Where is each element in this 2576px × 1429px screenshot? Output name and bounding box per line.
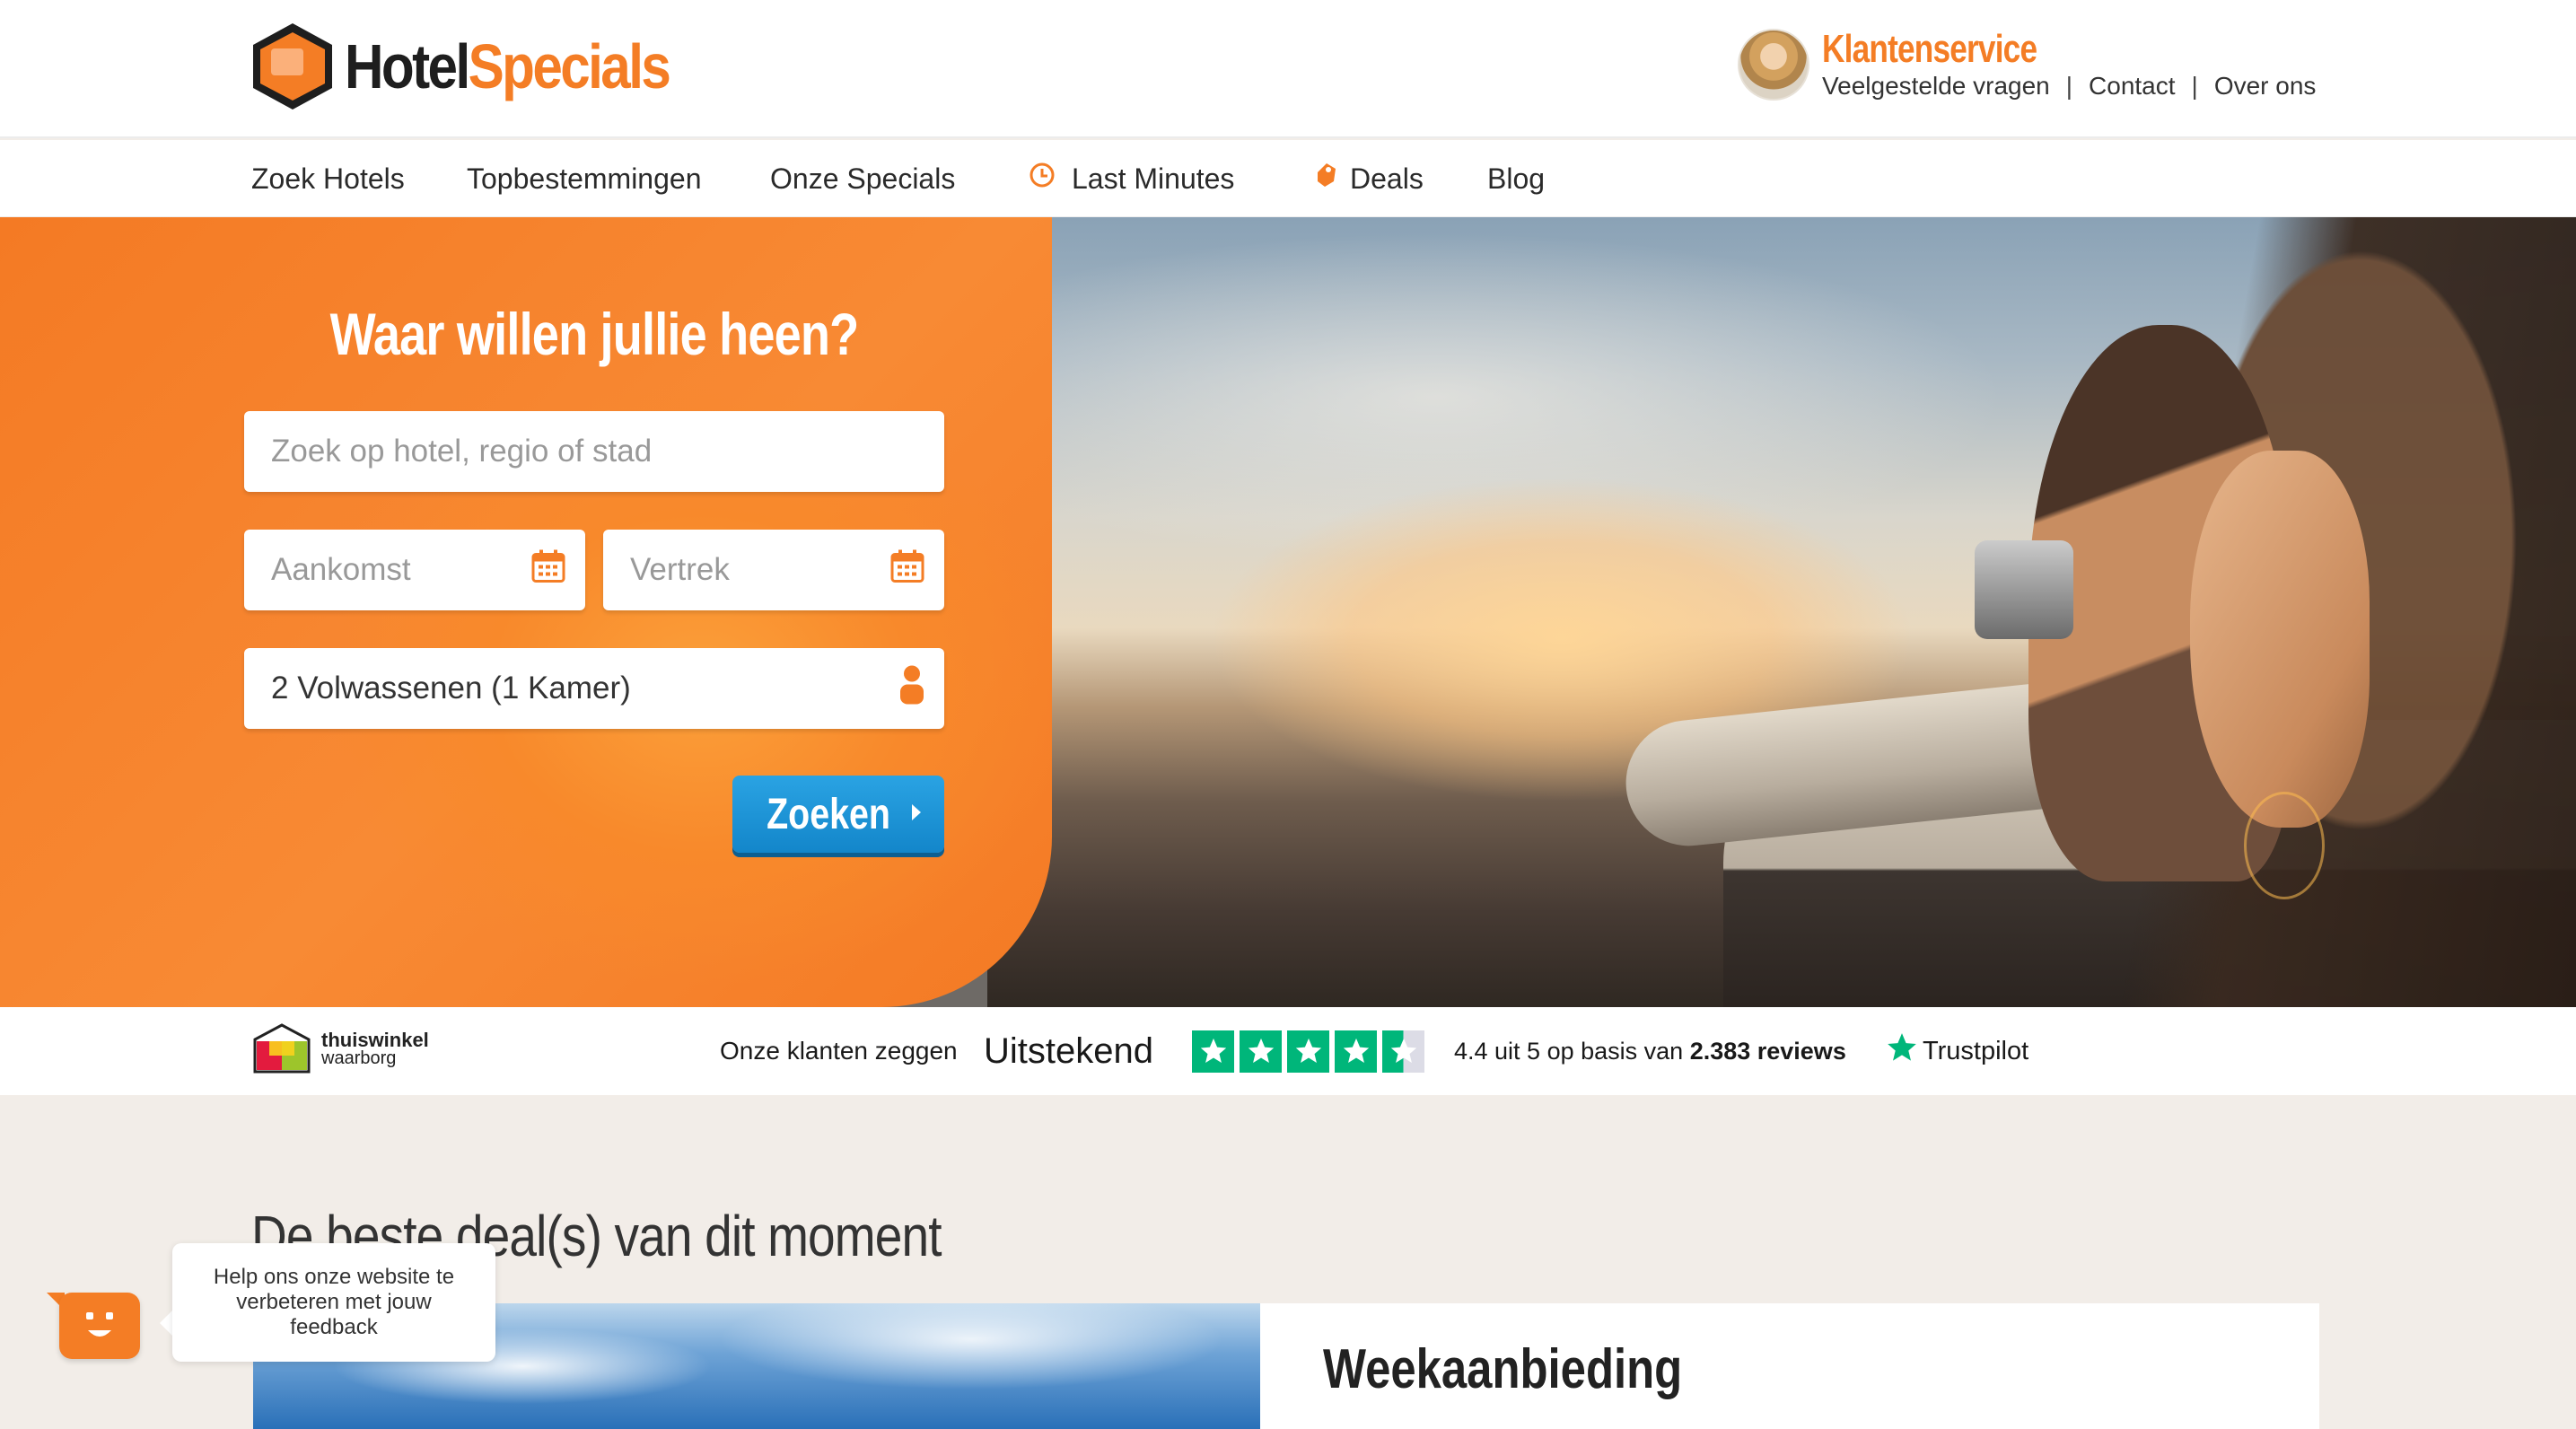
trustpilot-intro: Onze klanten zeggen — [720, 1037, 958, 1065]
trustpilot-rating-word: Uitstekend — [984, 1030, 1153, 1071]
nav-item-label: Deals — [1350, 162, 1424, 195]
clock-icon — [1029, 140, 1056, 217]
about-link[interactable]: Over ons — [2214, 72, 2317, 101]
arrival-placeholder: Aankomst — [271, 552, 411, 587]
hero-banner: Waar willen jullie heen? Zoek op hotel, … — [0, 217, 2576, 1007]
nav-item-label: Blog — [1487, 162, 1546, 195]
nav-item-blog[interactable]: Blog — [1487, 140, 1545, 217]
main-nav: Zoek Hotels Topbestemmingen Onze Special… — [0, 140, 2576, 217]
trustpilot-review-count[interactable]: 2.383 reviews — [1690, 1038, 1846, 1065]
star-icon — [1287, 1030, 1329, 1073]
hero-photo-detail — [2190, 451, 2370, 828]
customer-service-title[interactable]: Klantenservice — [1822, 27, 2037, 72]
thuiswinkel-badge[interactable]: thuiswinkel waarborg — [253, 1023, 429, 1075]
logo-text-specials: Specials — [468, 31, 671, 101]
deal-card-title: Weekaanbieding — [1323, 1338, 1683, 1400]
nav-item-zoek-hotels[interactable]: Zoek Hotels — [251, 140, 405, 217]
star-icon — [1240, 1030, 1282, 1073]
search-title: Waar willen jullie heen? — [329, 301, 860, 367]
logo-text-hotel: Hotel — [345, 31, 470, 101]
thuiswinkel-line1: thuiswinkel — [321, 1029, 429, 1051]
trustpilot-stars[interactable] — [1192, 1007, 1424, 1095]
arrival-date-field[interactable]: Aankomst — [244, 530, 585, 610]
nav-item-label: Topbestemmingen — [467, 162, 702, 195]
nav-item-topbestemmingen[interactable]: Topbestemmingen — [467, 140, 701, 217]
feedback-button[interactable] — [59, 1293, 140, 1359]
person-icon — [899, 665, 924, 713]
trust-bar: thuiswinkel waarborg Onze klanten zeggen… — [0, 1007, 2576, 1095]
nav-item-last-minutes[interactable]: Last Minutes — [1029, 140, 1234, 217]
trustpilot-brand-label: Trustpilot — [1923, 1036, 2029, 1065]
nav-item-label: Onze Specials — [770, 162, 956, 195]
departure-date-field[interactable]: Vertrek — [603, 530, 944, 610]
site-header: HotelSpecials Klantenservice Veelgesteld… — [0, 0, 2576, 138]
chevron-right-icon — [909, 802, 924, 828]
thuiswinkel-logo-icon — [253, 1023, 311, 1074]
trustpilot-score: 4.4 uit 5 op basis van 2.383 reviews — [1454, 1007, 1846, 1095]
thuiswinkel-text: thuiswinkel waarborg — [321, 1029, 429, 1068]
trustpilot-brand[interactable]: Trustpilot — [1885, 1007, 2028, 1095]
calendar-icon — [531, 549, 565, 592]
destination-input[interactable]: Zoek op hotel, regio of stad — [244, 411, 944, 492]
customer-service-avatar — [1738, 29, 1809, 101]
site-logo[interactable]: HotelSpecials — [250, 20, 722, 113]
trustpilot-score-text: 4.4 uit 5 op basis van — [1454, 1037, 1684, 1065]
search-panel: Waar willen jullie heen? Zoek op hotel, … — [0, 217, 1052, 1007]
feedback-tooltip[interactable]: Help ons onze website te verbeteren met … — [172, 1243, 495, 1362]
hero-photo-detail — [1975, 540, 2073, 639]
search-button[interactable]: Zoeken — [732, 776, 944, 853]
deal-card[interactable]: Weekaanbieding — [1260, 1303, 2319, 1429]
logo-wordmark: HotelSpecials — [345, 20, 671, 113]
link-separator: | — [2065, 72, 2073, 100]
star-icon — [1335, 1030, 1377, 1073]
tag-icon — [1314, 140, 1337, 217]
link-separator: | — [2191, 72, 2198, 100]
guests-value: 2 Volwassenen (1 Kamer) — [271, 671, 631, 706]
faq-link[interactable]: Veelgestelde vragen — [1822, 72, 2050, 101]
thuiswinkel-line2: waarborg — [321, 1048, 397, 1068]
search-button-label: Zoeken — [767, 790, 890, 838]
customer-service-links: Veelgestelde vragen | Contact | Over ons — [1822, 72, 2316, 101]
star-icon — [1192, 1030, 1234, 1073]
trustpilot-star-icon — [1885, 1030, 1919, 1072]
hero-photo-detail — [2244, 792, 2325, 899]
nav-item-label: Last Minutes — [1072, 162, 1235, 195]
calendar-icon — [890, 549, 924, 592]
departure-placeholder: Vertrek — [630, 552, 730, 587]
house-logo-icon — [253, 23, 332, 110]
contact-link[interactable]: Contact — [2089, 72, 2176, 101]
nav-item-onze-specials[interactable]: Onze Specials — [770, 140, 955, 217]
smiley-icon — [86, 1312, 113, 1337]
star-rating — [1192, 1030, 1424, 1073]
nav-item-label: Zoek Hotels — [251, 162, 405, 195]
nav-item-deals[interactable]: Deals — [1314, 140, 1424, 217]
half-star-icon — [1382, 1030, 1424, 1073]
guests-selector[interactable]: 2 Volwassenen (1 Kamer) — [244, 648, 944, 729]
